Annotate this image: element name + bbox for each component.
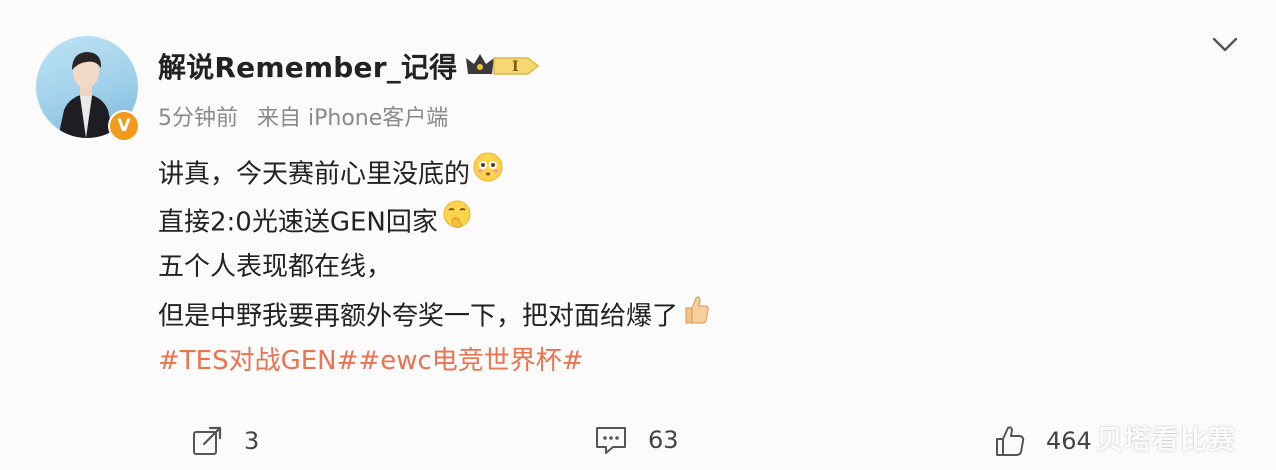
post-line: 讲真，今天赛前心里没底的: [158, 151, 712, 200]
chevron-down-icon[interactable]: [1210, 34, 1240, 56]
like-count: 464: [1046, 427, 1092, 455]
like-icon: [996, 426, 1025, 456]
post-meta: 5分钟前 来自 iPhone客户端: [158, 100, 448, 132]
repost-button[interactable]: 3: [190, 424, 259, 458]
post-line: 直接2:0光速送GEN回家: [158, 200, 712, 247]
comment-count: 63: [648, 426, 679, 454]
repost-count: 3: [244, 427, 260, 455]
badge-level-text: I: [512, 59, 519, 75]
repost-icon: [193, 426, 222, 455]
watermark: 贝塔看比赛: [1096, 425, 1236, 456]
weibo-post-card: V 解说Remember_记得 I 5分钟前 来自 iPhone客户端 讲真，今…: [0, 0, 1276, 470]
like-button[interactable]: 464: [994, 424, 1092, 458]
post-source: 来自 iPhone客户端: [257, 106, 449, 131]
post-content: 讲真，今天赛前心里没底的 直接2:0光速送GEN回家 五个人表现都在线， 但是中…: [158, 151, 712, 388]
hashtag-links[interactable]: #TES对战GEN##ewc电竞世界杯#: [158, 341, 712, 388]
thinking-face-emoji: [440, 198, 474, 244]
flushed-face-emoji: [472, 151, 504, 195]
post-line: 五个人表现都在线，: [158, 252, 393, 282]
comment-button[interactable]: 63: [594, 424, 679, 456]
crown-icon[interactable]: I: [464, 50, 542, 82]
comment-icon: [596, 427, 626, 454]
thumbs-up-emoji: [680, 292, 712, 338]
verified-badge: V: [108, 110, 140, 142]
post-line: 但是中野我要再额外夸奖一下，把对面给爆了: [158, 294, 712, 341]
user-name[interactable]: 解说Remember_记得: [158, 46, 457, 86]
post-time[interactable]: 5分钟前: [158, 106, 238, 131]
